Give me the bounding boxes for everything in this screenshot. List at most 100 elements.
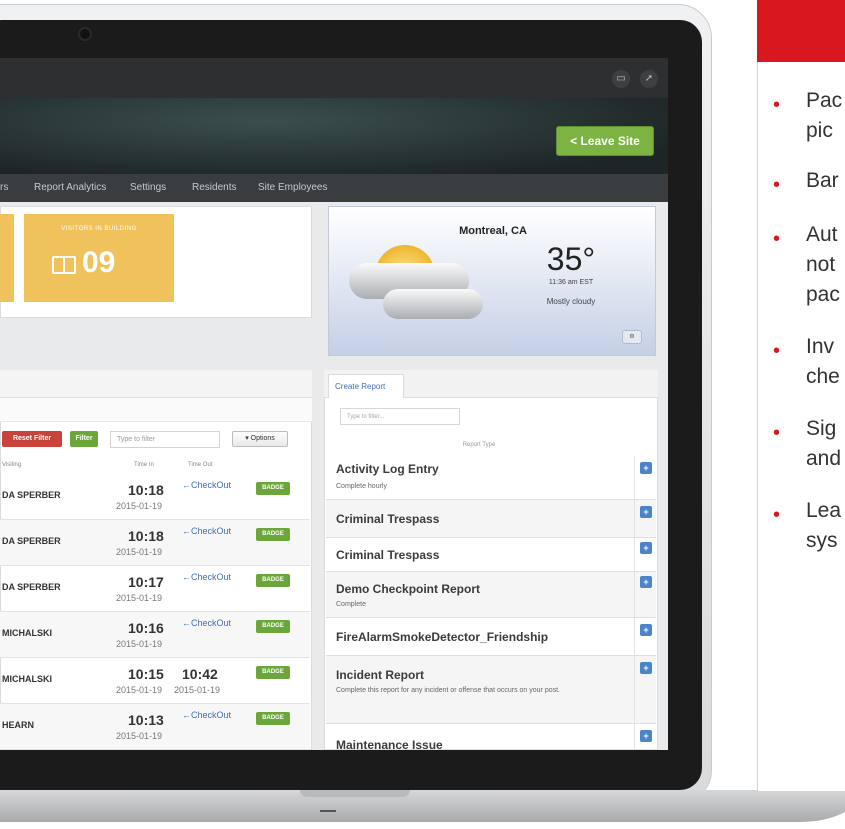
- leave-site-button[interactable]: < Leave Site: [556, 126, 654, 156]
- add-report-icon[interactable]: +: [640, 542, 652, 554]
- weather-temp: 35°: [546, 241, 596, 277]
- book-icon: [52, 256, 76, 274]
- stat-card-visitors[interactable]: VISITORS IN BUILDING 09: [24, 214, 174, 302]
- add-report-icon[interactable]: +: [640, 576, 652, 588]
- share-icon[interactable]: ➚: [640, 70, 658, 88]
- bullet-icon: •: [773, 94, 781, 116]
- feature-text: pac: [806, 283, 840, 306]
- row-time-in: 10:16: [128, 620, 164, 636]
- report-title: Activity Log Entry: [336, 462, 439, 476]
- bullet-icon: •: [773, 422, 781, 444]
- weather-desc: Mostly cloudy: [546, 297, 596, 306]
- filter-button[interactable]: Filter: [70, 431, 98, 447]
- options-dropdown[interactable]: ▾ Options: [232, 431, 288, 447]
- add-report-icon[interactable]: +: [640, 506, 652, 518]
- reports-filter-input[interactable]: Type to filter...: [340, 408, 460, 425]
- badge-button[interactable]: BADGE: [256, 620, 290, 633]
- add-report-icon[interactable]: +: [640, 462, 652, 474]
- checkout-link[interactable]: ←CheckOut: [182, 710, 231, 720]
- badge-button[interactable]: BADGE: [256, 712, 290, 725]
- nav-item-settings[interactable]: Settings: [130, 182, 166, 193]
- add-report-icon[interactable]: +: [640, 624, 652, 636]
- row-time-out: 10:42: [182, 666, 218, 682]
- laptop-base: [0, 790, 845, 822]
- feature-text: Aut: [806, 223, 838, 246]
- weather-time: 11:36 am EST: [548, 279, 594, 286]
- feature-card-header: [757, 0, 845, 62]
- feature-text: Sig: [806, 417, 837, 440]
- row-visiting: DA SPERBER: [2, 536, 61, 546]
- column-time-in[interactable]: Time In: [134, 462, 154, 468]
- monitor-icon[interactable]: ▭: [612, 70, 630, 88]
- nav-item-visitors[interactable]: rs: [0, 182, 8, 193]
- stage: ▭ ➚ < Leave Site rs Report Analytics Set…: [0, 0, 845, 829]
- badge-button[interactable]: BADGE: [256, 482, 290, 495]
- report-item[interactable]: Criminal Trespass +: [326, 538, 656, 572]
- camera-icon: [80, 29, 90, 39]
- report-subtitle: Complete hourly: [336, 483, 387, 490]
- bullet-icon: •: [773, 504, 781, 526]
- nav-item-site-employees[interactable]: Site Employees: [258, 182, 327, 193]
- feature-text: and: [806, 447, 842, 470]
- checkout-link[interactable]: ←CheckOut: [182, 572, 231, 582]
- table-row[interactable]: MICHALSKI 10:15 2015-01-19 10:42 2015-01…: [0, 658, 310, 704]
- report-subtitle: Complete: [336, 601, 366, 608]
- column-time-out[interactable]: Time Out: [188, 462, 212, 468]
- checkout-link[interactable]: ←CheckOut: [182, 526, 231, 536]
- report-subtitle: Complete this report for any incident or…: [336, 687, 560, 694]
- table-row[interactable]: MICHALSKI 10:16 2015-01-19 ←CheckOut BAD…: [0, 612, 310, 658]
- report-item[interactable]: Criminal Trespass +: [326, 500, 656, 538]
- report-title: Demo Checkpoint Report: [336, 582, 481, 596]
- report-item[interactable]: FireAlarmSmokeDetector_Friendship +: [326, 618, 656, 656]
- weather-settings-button[interactable]: ⚙: [622, 330, 642, 344]
- row-visiting: MICHALSKI: [2, 628, 52, 638]
- add-report-icon[interactable]: +: [640, 730, 652, 742]
- badge-button[interactable]: BADGE: [256, 666, 290, 679]
- weather-widget: Montreal, CA 35° 11:36 am EST Mostly clo…: [328, 206, 656, 356]
- row-time-in: 10:13: [128, 712, 164, 728]
- row-time-in: 10:18: [128, 482, 164, 498]
- reset-filter-button[interactable]: Reset Filter: [2, 431, 62, 447]
- checkout-link[interactable]: ←CheckOut: [182, 618, 231, 628]
- feature-text: Pac: [806, 89, 843, 112]
- row-visiting: MICHALSKI: [2, 674, 52, 684]
- stat-title: VISITORS IN BUILDING: [61, 226, 137, 232]
- column-report-type: Report Type: [462, 442, 496, 448]
- table-row[interactable]: HEARN 10:13 2015-01-19 ←CheckOut BADGE: [0, 704, 310, 750]
- report-item[interactable]: Maintenance Issue +: [326, 724, 656, 750]
- column-visiting[interactable]: Visiting: [2, 462, 21, 468]
- laptop-notch: [300, 790, 410, 797]
- row-date-in: 2015-01-19: [116, 731, 163, 741]
- row-date-in: 2015-01-19: [116, 501, 163, 511]
- row-time-in: 10:15: [128, 666, 164, 682]
- nav-item-residents[interactable]: Residents: [192, 182, 236, 193]
- table-row[interactable]: DA SPERBER 10:18 2015-01-19 ←CheckOut BA…: [0, 520, 310, 566]
- visitors-subheader: [0, 398, 312, 422]
- checkout-link[interactable]: ←CheckOut: [182, 480, 231, 490]
- report-item[interactable]: Incident Report Complete this report for…: [326, 656, 656, 724]
- report-title: FireAlarmSmokeDetector_Friendship: [336, 630, 549, 644]
- badge-button[interactable]: BADGE: [256, 528, 290, 541]
- add-report-icon[interactable]: +: [640, 662, 652, 674]
- feature-text: Inv: [806, 335, 835, 358]
- report-title: Criminal Trespass: [336, 512, 440, 526]
- nav-item-report-analytics[interactable]: Report Analytics: [34, 182, 106, 193]
- table-row[interactable]: DA SPERBER 10:18 2015-01-19 ←CheckOut BA…: [0, 474, 310, 520]
- report-item[interactable]: Demo Checkpoint Report Complete +: [326, 572, 656, 618]
- bullet-icon: •: [773, 228, 781, 250]
- tab-create-report[interactable]: Create Report: [328, 374, 404, 398]
- feature-text: not: [806, 253, 836, 276]
- feature-text: sys: [806, 529, 838, 552]
- cloud-icon-2: [383, 289, 483, 319]
- feature-text: pic: [806, 119, 833, 142]
- badge-button[interactable]: BADGE: [256, 574, 290, 587]
- row-time-in: 10:18: [128, 528, 164, 544]
- bullet-icon: •: [773, 340, 781, 362]
- row-date-out: 2015-01-19: [174, 685, 221, 695]
- feature-text: Bar: [806, 169, 839, 192]
- laptop-mark: [320, 810, 336, 812]
- report-item[interactable]: Activity Log Entry Complete hourly +: [326, 456, 656, 500]
- table-row[interactable]: DA SPERBER 10:17 2015-01-19 ←CheckOut BA…: [0, 566, 310, 612]
- visitors-filter-input[interactable]: Type to filter: [110, 431, 220, 448]
- main-nav: rs Report Analytics Settings Residents S…: [0, 174, 668, 202]
